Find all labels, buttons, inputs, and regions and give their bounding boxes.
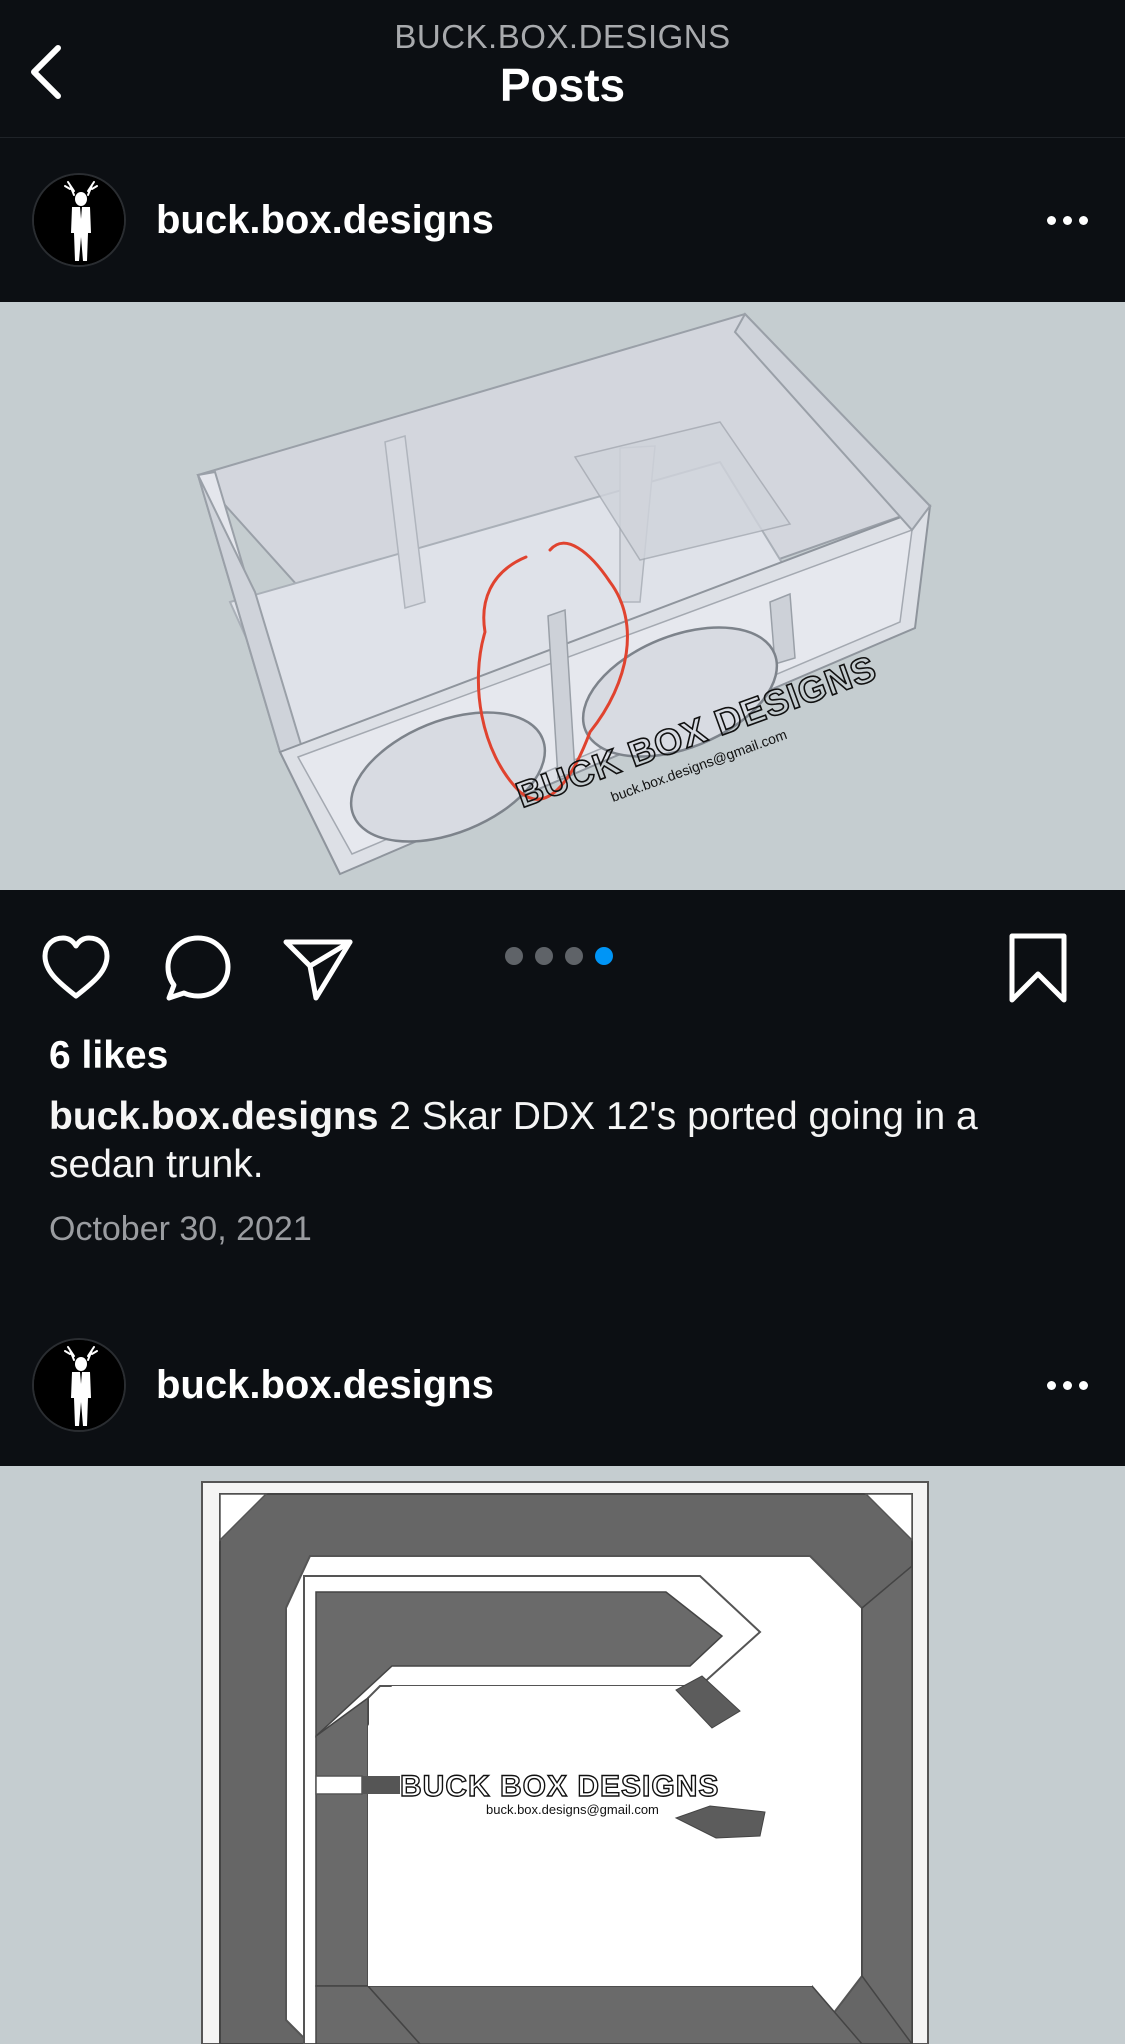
carousel-dot-active (595, 947, 613, 965)
post-username[interactable]: buck.box.designs (156, 1363, 494, 1408)
more-horizontal-icon (1046, 215, 1056, 225)
top-nav-bar: BUCK.BOX.DESIGNS Posts (0, 0, 1125, 138)
subwoofer-box-render: BUCK BOX DESIGNS buck.box.designs@gmail.… (0, 302, 1125, 890)
share-button[interactable] (280, 930, 356, 1006)
more-options-button[interactable] (1037, 1365, 1097, 1405)
more-options-button[interactable] (1037, 200, 1097, 240)
avatar[interactable] (32, 1338, 126, 1432)
carousel-dot (535, 947, 553, 965)
deer-man-logo-icon (34, 175, 124, 265)
like-button[interactable] (38, 930, 114, 1006)
caption-username[interactable]: buck.box.designs (49, 1095, 378, 1138)
header-subtitle: BUCK.BOX.DESIGNS (394, 18, 731, 55)
post-image-carousel[interactable]: BUCK BOX DESIGNS buck.box.designs@gmail.… (0, 302, 1125, 890)
carousel-indicator (505, 947, 613, 965)
bookmark-icon (1009, 933, 1067, 1003)
svg-text:buck.box.designs@gmail.com: buck.box.designs@gmail.com (486, 1802, 659, 1817)
post-caption: buck.box.designs 2 Skar DDX 12's ported … (49, 1093, 1089, 1189)
comment-bubble-icon (165, 935, 231, 1001)
watermark-logo-text: BUCK BOX DESIGNS (400, 1770, 719, 1803)
more-horizontal-icon (1046, 1380, 1056, 1390)
heart-icon (42, 935, 110, 999)
carousel-dot (505, 947, 523, 965)
subwoofer-box-topview-render: BUCK BOX DESIGNS buck.box.designs@gmail.… (0, 1466, 1125, 2044)
post-image[interactable]: BUCK BOX DESIGNS buck.box.designs@gmail.… (0, 1466, 1125, 2044)
post-date: October 30, 2021 (49, 1210, 312, 1248)
post-header: buck.box.designs (0, 150, 1125, 290)
post-username[interactable]: buck.box.designs (156, 198, 494, 243)
carousel-dot (565, 947, 583, 965)
paper-plane-icon (283, 939, 353, 1001)
deer-man-logo-icon (34, 1340, 124, 1430)
page-title: Posts (499, 59, 626, 111)
post-header: buck.box.designs (0, 1315, 1125, 1455)
comment-button[interactable] (160, 930, 236, 1006)
save-button[interactable] (1000, 930, 1076, 1006)
likes-count[interactable]: 6 likes (49, 1034, 168, 1078)
avatar[interactable] (32, 173, 126, 267)
